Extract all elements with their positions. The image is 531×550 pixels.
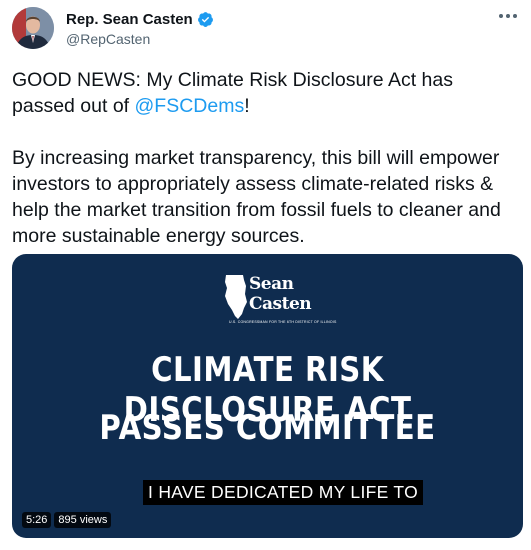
author-handle[interactable]: @RepCasten — [66, 31, 150, 47]
tweet: Rep. Sean Casten @RepCasten GOOD NEWS: M… — [0, 0, 531, 550]
video-headline-line-2: PASSES COMMITTEE — [99, 408, 436, 448]
more-dot — [499, 14, 503, 18]
logo-subtitle: U.S. CONGRESSMAN FOR THE 6TH DISTRICT OF… — [229, 320, 337, 324]
more-dot — [513, 14, 517, 18]
avatar[interactable] — [12, 7, 54, 49]
tweet-text: GOOD NEWS: My Climate Risk Disclosure Ac… — [12, 67, 517, 249]
video-stats: 5:26 895 views — [22, 512, 112, 528]
illinois-state-icon — [225, 275, 247, 319]
video-duration: 5:26 — [22, 512, 52, 528]
verified-badge-icon — [197, 12, 213, 27]
portrait-avatar-icon — [12, 7, 54, 49]
more-options-icon[interactable] — [499, 14, 517, 18]
logo-word-sean: Sean — [249, 274, 294, 294]
video-player[interactable]: Sean Casten U.S. CONGRESSMAN FOR THE 6TH… — [12, 254, 523, 538]
author-display-name[interactable]: Rep. Sean Casten — [66, 11, 193, 28]
tweet-paragraph-2: By increasing market transparency, this … — [12, 147, 501, 247]
logo-word-casten: Casten — [249, 294, 312, 314]
mention-link[interactable]: @FSCDems — [135, 95, 245, 117]
casten-logo: Sean Casten U.S. CONGRESSMAN FOR THE 6TH… — [219, 272, 336, 324]
more-dot — [506, 14, 510, 18]
video-view-count: 895 views — [54, 512, 112, 528]
video-caption: I HAVE DEDICATED MY LIFE TO — [143, 480, 424, 505]
tweet-paragraph-1: GOOD NEWS: My Climate Risk Disclosure Ac… — [12, 67, 517, 119]
tweet-text-suffix: ! — [244, 95, 250, 117]
author-name-row: Rep. Sean Casten — [66, 11, 214, 28]
